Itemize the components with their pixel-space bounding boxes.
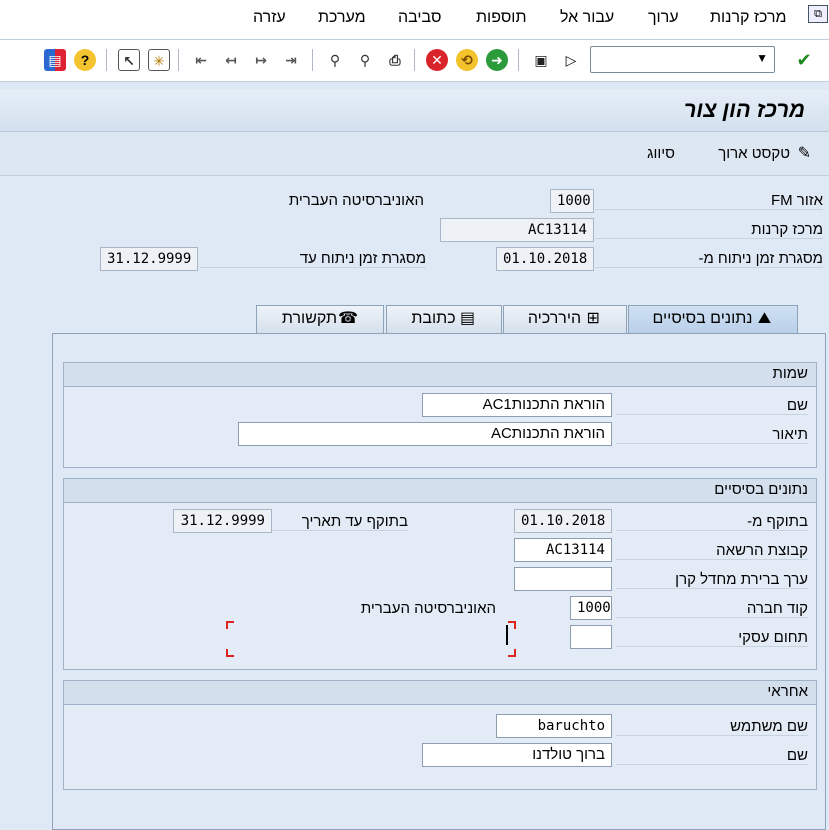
user-name-label: שם משתמש <box>616 718 808 736</box>
fm-area-field[interactable]: 1000 <box>550 189 594 213</box>
classification-button[interactable]: סיווג <box>647 145 675 162</box>
toolbar-separator <box>414 49 415 71</box>
print-icon[interactable]: ⎙ <box>384 49 406 71</box>
next-page-icon[interactable]: ↦ <box>250 49 272 71</box>
new-session-icon[interactable]: ↖ <box>118 49 140 71</box>
tab-strip: ⛰נתונים בסיסיים ⊞היררכיה ▤כתובת ☎תקשורת <box>0 305 829 335</box>
name-label: שם <box>616 397 808 415</box>
toolbar-separator <box>312 49 313 71</box>
basic-data-group: נתונים בסיסיים בתוקף מ- 01.10.2018 בתוקף… <box>63 478 817 670</box>
valid-to-field[interactable]: 31.12.9999 <box>173 509 272 533</box>
names-group-title: שמות <box>64 363 816 387</box>
tab-communication-label: תקשורת <box>281 310 338 327</box>
responsible-group: אחראי שם משתמש baruchto שם ברוך טולדנו <box>63 680 817 790</box>
time-frame-to-label: מסגרת זמן ניתוח עד <box>200 250 426 268</box>
enter-check-icon[interactable]: ✔ <box>793 49 815 71</box>
description-field[interactable]: הוראת התכנותAC <box>238 422 612 446</box>
toolbar-separator <box>178 49 179 71</box>
menu-extras[interactable]: תוספות <box>476 9 527 27</box>
back-icon[interactable]: ➜ <box>486 49 508 71</box>
last-page-icon[interactable]: ⇥ <box>280 49 302 71</box>
first-page-icon[interactable]: ⇤ <box>190 49 212 71</box>
time-frame-from-field[interactable]: 01.10.2018 <box>496 247 594 271</box>
focus-marker-corner <box>226 649 234 657</box>
company-code-description: האוניברסיטה העברית <box>360 600 496 617</box>
find-next-icon[interactable]: ⚲ <box>354 49 376 71</box>
command-field[interactable]: ▼ <box>590 46 775 73</box>
cancel-icon[interactable]: ✕ <box>426 49 448 71</box>
tab-hierarchy-label: היררכיה <box>527 310 582 327</box>
default-fund-field[interactable] <box>514 567 612 591</box>
dropdown-arrow-icon[interactable]: ▼ <box>756 51 768 65</box>
exit-icon[interactable]: ⟲ <box>456 49 478 71</box>
create-shortcut-icon[interactable]: ✳ <box>148 49 170 71</box>
menu-system[interactable]: מערכת <box>318 9 366 27</box>
authorization-group-field[interactable]: AC13114 <box>514 538 612 562</box>
page-title: מרכז הון צור <box>683 97 805 122</box>
time-frame-to-field[interactable]: 31.12.9999 <box>100 247 198 271</box>
pencil-edit-icon: ✎ <box>797 145 811 163</box>
names-group: שמות שם הוראת התכנותAC1 תיאור הוראת התכנ… <box>63 362 817 468</box>
user-name-field[interactable]: baruchto <box>496 714 612 738</box>
valid-from-label: בתוקף מ- <box>616 513 808 531</box>
person-name-label: שם <box>616 747 808 765</box>
company-code-field[interactable]: 1000 <box>570 596 612 620</box>
execute-icon[interactable]: ▷ <box>560 49 582 71</box>
focus-marker-corner <box>226 621 234 629</box>
application-toolbar: ✎ טקסט ארוך סיווג <box>0 132 829 176</box>
basic-data-group-title: נתונים בסיסיים <box>64 479 816 503</box>
title-bar: מרכז הון צור <box>0 90 829 132</box>
text-cursor <box>506 625 508 645</box>
help-icon[interactable]: ? <box>74 49 96 71</box>
tab-hierarchy[interactable]: ⊞היררכיה <box>503 305 627 333</box>
standard-toolbar: ✔ ▼ ▷ ▣ ➜ ⟲ ✕ ⎙ ⚲ ⚲ ⇥ ↦ ↤ ⇤ ✳ ↖ ? ▤ <box>0 40 829 82</box>
valid-from-field[interactable]: 01.10.2018 <box>514 509 612 533</box>
menu-goto[interactable]: עבור אל <box>560 9 614 27</box>
fm-area-description: האוניברסיטה העברית <box>288 192 424 209</box>
business-area-label: תחום עסקי <box>616 629 808 647</box>
menu-help[interactable]: עזרה <box>253 9 286 27</box>
people-icon: ⛰ <box>757 309 772 327</box>
tab-basic-data-label: נתונים בסיסיים <box>652 310 753 327</box>
tab-basic-data[interactable]: ⛰נתונים בסיסיים <box>628 305 798 335</box>
responsible-group-title: אחראי <box>64 681 816 705</box>
fund-center-field[interactable]: AC13114 <box>440 218 594 242</box>
focus-marker-corner <box>508 621 516 629</box>
toolbar-separator <box>518 49 519 71</box>
default-fund-label: ערך ברירת מחדל קרן <box>616 571 808 589</box>
toolbar-separator <box>106 49 107 71</box>
find-icon[interactable]: ⚲ <box>324 49 346 71</box>
focus-marker-corner <box>508 649 516 657</box>
tab-panel-basic-data: שמות שם הוראת התכנותAC1 תיאור הוראת התכנ… <box>52 333 826 830</box>
person-name-field[interactable]: ברוך טולדנו <box>422 743 612 767</box>
description-label: תיאור <box>616 426 808 444</box>
long-text-label: טקסט ארוך <box>718 145 790 162</box>
menu-bar: ⧉ מרכז קרנות ערוך עבור אל תוספות סביבה מ… <box>0 0 829 40</box>
previous-page-icon[interactable]: ↤ <box>220 49 242 71</box>
tab-communication[interactable]: ☎תקשורת <box>256 305 384 333</box>
tab-address-label: כתובת <box>411 310 456 327</box>
valid-to-label: בתוקף עד תאריך <box>266 513 408 531</box>
name-field[interactable]: הוראת התכנותAC1 <box>422 393 612 417</box>
menu-funds-center[interactable]: מרכז קרנות <box>710 9 787 27</box>
tab-address[interactable]: ▤כתובת <box>386 305 502 333</box>
layout-menu-icon[interactable]: ▤ <box>44 49 66 71</box>
menu-environment[interactable]: סביבה <box>398 9 441 27</box>
save-icon[interactable]: ▣ <box>530 49 552 71</box>
fund-center-label: מרכז קרנות <box>595 221 823 239</box>
menu-edit[interactable]: ערוך <box>648 9 679 27</box>
time-frame-from-label: מסגרת זמן ניתוח מ- <box>595 250 823 268</box>
company-code-label: קוד חברה <box>616 600 808 618</box>
document-icon: ▤ <box>460 309 476 327</box>
fm-area-label: אזור FM <box>595 192 823 210</box>
business-area-field[interactable] <box>570 625 612 649</box>
long-text-button[interactable]: ✎ טקסט ארוך <box>718 145 811 162</box>
hierarchy-icon: ⊞ <box>586 309 600 327</box>
system-menu-icon[interactable]: ⧉ <box>808 5 828 23</box>
authorization-group-label: קבוצת הרשאה <box>616 542 808 560</box>
telephone-icon: ☎ <box>338 309 359 327</box>
